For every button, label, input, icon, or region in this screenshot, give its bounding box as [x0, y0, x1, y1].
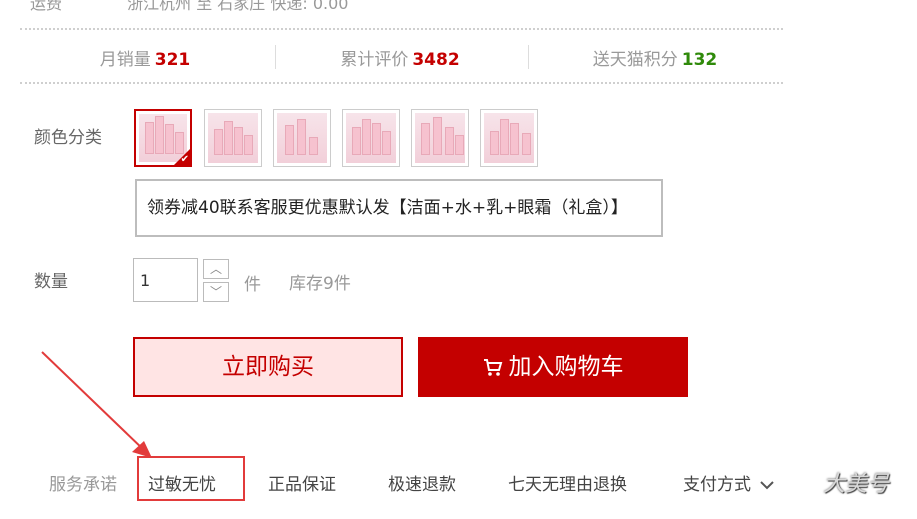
payment-methods-label: 支付方式 — [683, 475, 751, 495]
service-allergy-free[interactable]: 过敏无忧 — [148, 470, 216, 495]
annotation-arrow — [41, 351, 152, 458]
service-label: 服务承诺 — [49, 475, 117, 495]
service-genuine[interactable]: 正品保证 — [268, 470, 336, 495]
service-7day-return[interactable]: 七天无理由退换 — [508, 470, 627, 495]
payment-methods-dropdown[interactable]: 支付方式 — [683, 470, 775, 495]
watermark-logo: 大美号 — [822, 472, 889, 497]
chevron-down-icon — [760, 481, 775, 490]
service-fast-refund[interactable]: 极速退款 — [388, 470, 456, 495]
